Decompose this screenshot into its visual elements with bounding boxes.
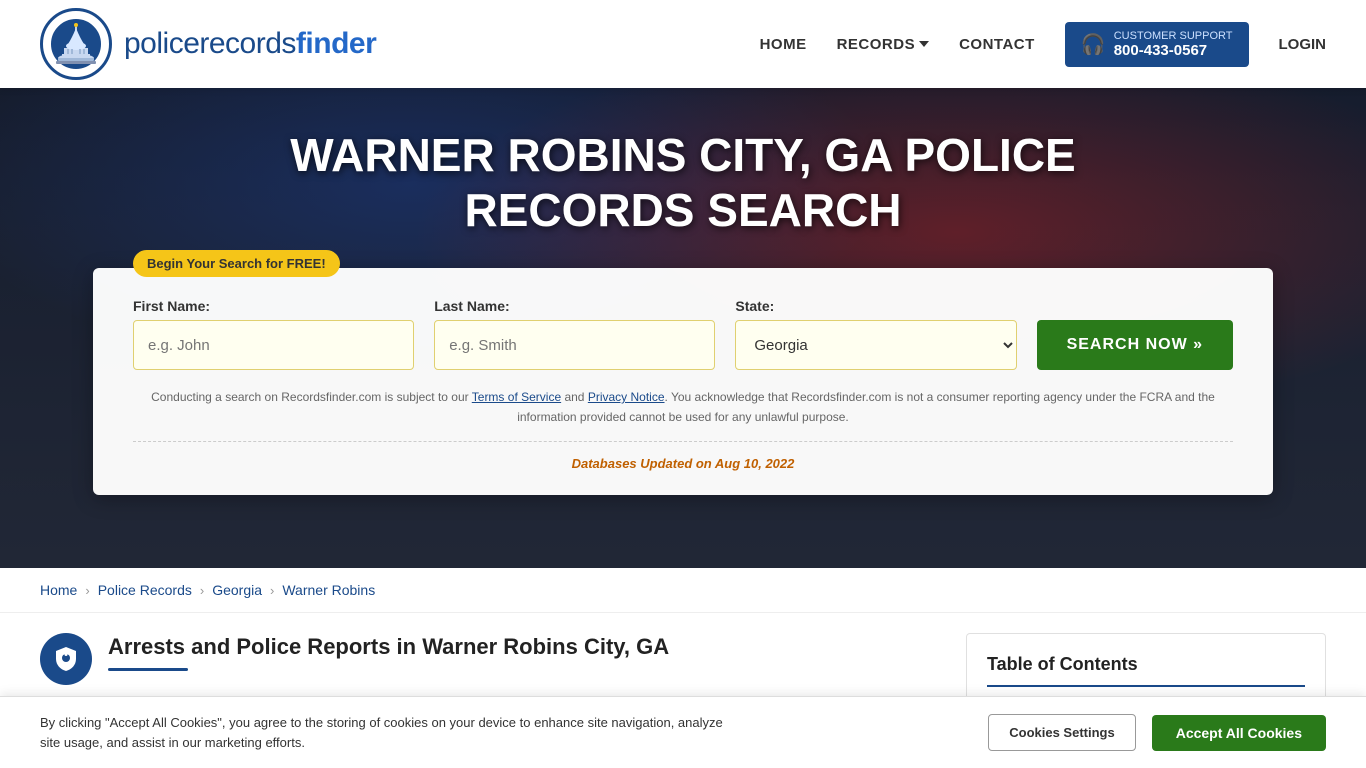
article-title-block: Arrests and Police Reports in Warner Rob… (108, 633, 669, 671)
form-disclaimer: Conducting a search on Recordsfinder.com… (133, 388, 1233, 426)
breadcrumb-bar: Home › Police Records › Georgia › Warner… (0, 568, 1366, 613)
article-title: Arrests and Police Reports in Warner Rob… (108, 633, 669, 662)
state-group: State: Georgia Alabama Alaska Arizona Ca… (735, 298, 1016, 370)
hero-section: WARNER ROBINS CITY, GA POLICE RECORDS SE… (0, 88, 1366, 568)
form-divider (133, 441, 1233, 442)
state-select[interactable]: Georgia Alabama Alaska Arizona Californi… (735, 320, 1016, 370)
privacy-link[interactable]: Privacy Notice (588, 390, 665, 404)
search-form: Begin Your Search for FREE! First Name: … (93, 268, 1273, 494)
nav-records[interactable]: RECORDS (837, 36, 930, 53)
last-name-group: Last Name: (434, 298, 715, 370)
breadcrumb-sep-1: › (85, 583, 89, 598)
free-badge: Begin Your Search for FREE! (133, 250, 340, 277)
article-header: Arrests and Police Reports in Warner Rob… (40, 633, 936, 685)
cookie-text: By clicking "Accept All Cookies", you ag… (40, 713, 740, 752)
db-updated: Databases Updated on Aug 10, 2022 (133, 456, 1233, 471)
logo-text: policerecordsfinder (124, 27, 376, 61)
shield-icon (52, 645, 80, 673)
site-header: policerecordsfinder HOME RECORDS CONTACT… (0, 0, 1366, 88)
article-icon (40, 633, 92, 685)
support-label: CUSTOMER SUPPORT (1114, 30, 1233, 42)
breadcrumb-sep-2: › (200, 583, 204, 598)
last-name-input[interactable] (434, 320, 715, 370)
support-phone: 800-433-0567 (1114, 42, 1233, 59)
terms-link[interactable]: Terms of Service (472, 390, 561, 404)
logo-icon (40, 8, 112, 80)
state-label: State: (735, 298, 1016, 314)
breadcrumb-current: Warner Robins (282, 582, 375, 598)
breadcrumb-sep-3: › (270, 583, 274, 598)
nav-login[interactable]: LOGIN (1279, 36, 1327, 53)
form-row: First Name: Last Name: State: Georgia Al… (133, 298, 1233, 370)
customer-support-button[interactable]: 🎧 CUSTOMER SUPPORT 800-433-0567 (1065, 22, 1249, 67)
first-name-label: First Name: (133, 298, 414, 314)
headphone-icon: 🎧 (1081, 32, 1106, 57)
toc-divider (987, 685, 1305, 687)
logo-area[interactable]: policerecordsfinder (40, 8, 376, 80)
nav-home[interactable]: HOME (760, 36, 807, 53)
first-name-input[interactable] (133, 320, 414, 370)
accept-all-cookies-button[interactable]: Accept All Cookies (1152, 715, 1326, 751)
breadcrumb-georgia[interactable]: Georgia (212, 582, 262, 598)
breadcrumb-police-records[interactable]: Police Records (98, 582, 192, 598)
last-name-label: Last Name: (434, 298, 715, 314)
breadcrumb-home[interactable]: Home (40, 582, 77, 598)
chevron-down-icon (919, 41, 929, 47)
article-title-underline (108, 668, 188, 671)
breadcrumb: Home › Police Records › Georgia › Warner… (40, 582, 1326, 598)
cookie-actions: Cookies Settings Accept All Cookies (988, 714, 1326, 751)
nav-contact[interactable]: CONTACT (959, 36, 1035, 53)
hero-title: WARNER ROBINS CITY, GA POLICE RECORDS SE… (233, 128, 1133, 238)
cookie-settings-button[interactable]: Cookies Settings (988, 714, 1135, 751)
first-name-group: First Name: (133, 298, 414, 370)
cookie-banner: By clicking "Accept All Cookies", you ag… (0, 696, 1366, 768)
search-button[interactable]: SEARCH NOW » (1037, 320, 1233, 370)
main-nav: HOME RECORDS CONTACT 🎧 CUSTOMER SUPPORT … (760, 22, 1326, 67)
toc-title: Table of Contents (987, 654, 1305, 675)
